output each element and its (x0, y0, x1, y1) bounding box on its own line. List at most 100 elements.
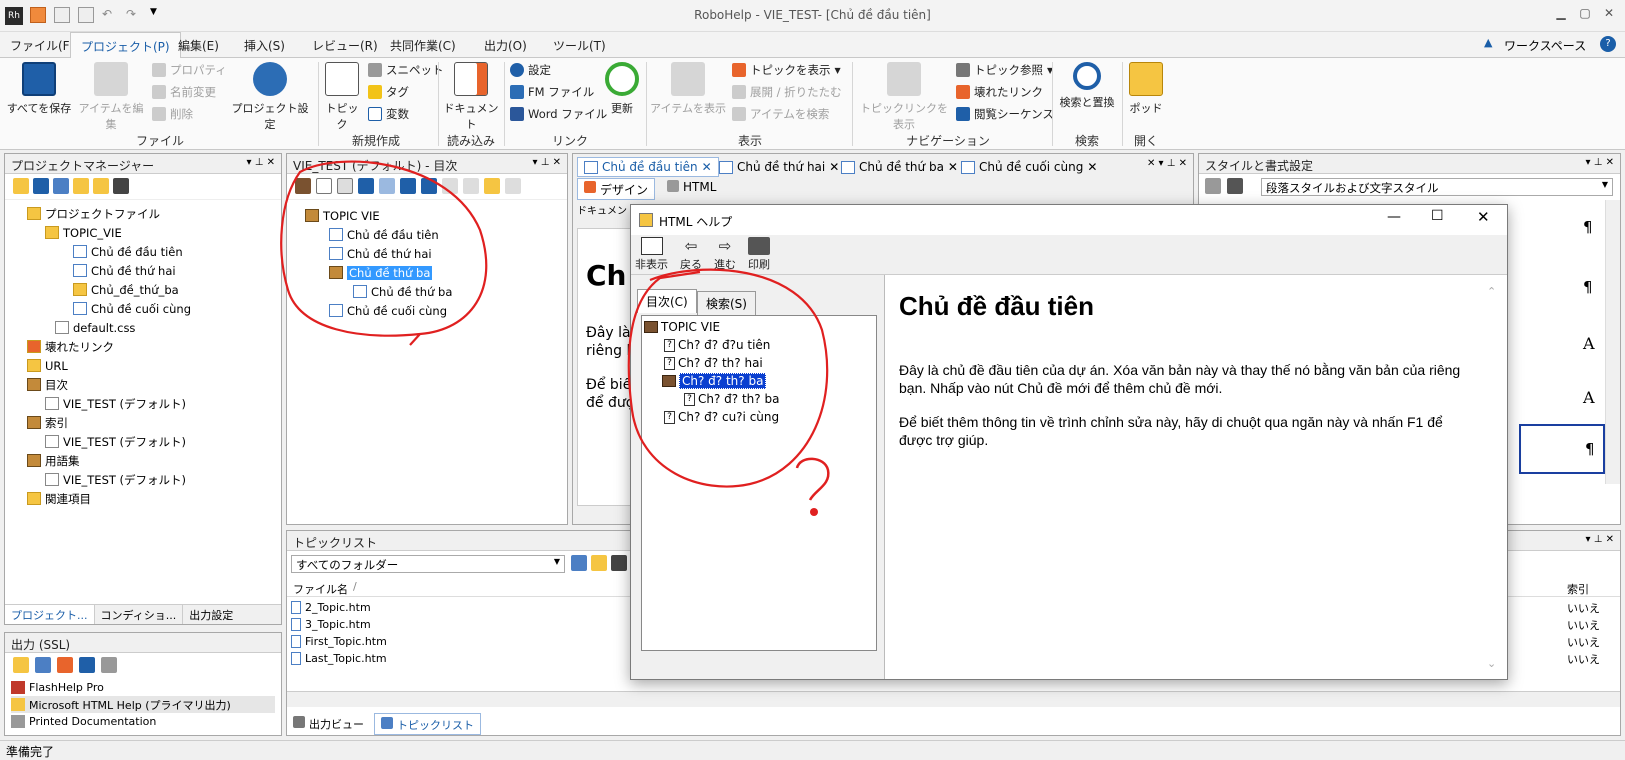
vertical-scrollbar[interactable] (1605, 200, 1620, 484)
help-icon[interactable]: ? (1600, 36, 1616, 52)
tree-item[interactable]: 用語集 (11, 451, 275, 470)
editor-tab[interactable]: Chủ đề cuối cùng ✕ (955, 157, 1103, 177)
edit-item-button[interactable]: アイテムを編集 (74, 62, 148, 132)
snippet-button[interactable]: スニペット (368, 62, 444, 78)
back-button[interactable]: ⇦ 戻る (680, 237, 702, 272)
add-folder-icon[interactable] (13, 178, 29, 194)
tree-item[interactable]: URL (11, 356, 275, 375)
style-filter-dropdown[interactable]: 段落スタイルおよび文字スタイル ▼ (1261, 178, 1613, 196)
binoculars-icon[interactable] (611, 555, 627, 571)
show-topic-button[interactable]: トピックを表示 ▼ (732, 62, 841, 78)
arrow-up-icon[interactable] (400, 178, 416, 194)
tab-topic-list[interactable]: トピックリスト (374, 713, 481, 735)
tab-file[interactable]: ファイル(F) (10, 37, 74, 54)
tree-item[interactable]: 壊れたリンク (11, 337, 275, 356)
fm-file-button[interactable]: FM ファイル (510, 84, 594, 100)
list-item[interactable]: Printed Documentation (11, 713, 275, 730)
view-icon[interactable] (571, 555, 587, 571)
panel-controls[interactable]: ▾ ⊥ ✕ (533, 157, 561, 168)
minimize-button[interactable]: ▁ (1550, 6, 1572, 24)
tree-item[interactable]: TOPIC VIE (293, 206, 561, 225)
show-topic-links-button[interactable]: トピックリンクを表示 (856, 62, 952, 132)
tree-item[interactable]: Chủ đề cuối cùng (11, 299, 275, 318)
topic-reference-button[interactable]: トピック参照 ▼ (956, 62, 1053, 78)
folder-icon[interactable] (73, 178, 89, 194)
browse-sequence-button[interactable]: 閲覧シーケンス (956, 106, 1054, 122)
sort-icon[interactable] (53, 178, 69, 194)
save-all-button[interactable]: すべてを保存 (6, 62, 72, 116)
tab-output-settings[interactable]: 出力設定 (183, 605, 239, 624)
close-button[interactable]: ✕ (1477, 208, 1490, 226)
tree-item[interactable]: Chủ đề đầu tiên (11, 242, 275, 261)
open-folder-icon[interactable] (93, 178, 109, 194)
tab-output[interactable]: 出力(O) (484, 37, 527, 54)
tree-item[interactable]: Ch? đ? th? ba (644, 372, 874, 390)
tab-search[interactable]: 検索(S) (697, 291, 756, 316)
edit-style-icon[interactable] (1227, 178, 1243, 194)
open-book-icon[interactable] (591, 555, 607, 571)
auto-create-icon[interactable] (337, 178, 353, 194)
tab-output-view[interactable]: 出力ビュー (287, 713, 370, 735)
workspace-menu[interactable]: ワークスペース (1504, 37, 1586, 54)
tree-item[interactable]: default.css (11, 318, 275, 337)
selected-style-row[interactable]: ¶ (1519, 424, 1605, 474)
binoculars-icon[interactable] (113, 178, 129, 194)
arrow-down-icon[interactable] (421, 178, 437, 194)
tree-item[interactable]: TOPIC VIE (644, 318, 874, 336)
rename-button[interactable]: 名前変更 (152, 84, 216, 100)
new-book-icon[interactable] (295, 178, 311, 194)
editor-controls[interactable]: ✕ ▾ ⊥ ✕ (1147, 158, 1187, 169)
variable-button[interactable]: 変数 (368, 106, 409, 122)
tree-item[interactable]: VIE_TEST (デフォルト) (11, 432, 275, 451)
broken-links-button[interactable]: 壊れたリンク (956, 84, 1043, 100)
panel-controls[interactable]: ▾ ⊥ ✕ (1586, 534, 1614, 545)
tree-item[interactable]: Chủ đề đầu tiên (293, 225, 561, 244)
tree-item[interactable]: Chủ đề thứ ba (293, 282, 561, 301)
tree-item[interactable]: 索引 (11, 413, 275, 432)
toc-option2-icon[interactable] (463, 178, 479, 194)
style-glyph[interactable]: A (1583, 388, 1595, 407)
tab-tools[interactable]: ツール(T) (553, 37, 606, 54)
properties-icon[interactable] (101, 657, 117, 673)
batch-icon[interactable] (79, 657, 95, 673)
help-scroll-up[interactable]: ⌃ (1487, 285, 1496, 298)
find-replace-button[interactable]: 検索と置換 (1056, 62, 1118, 110)
toc-option3-icon[interactable] (484, 178, 500, 194)
tab-conditions[interactable]: コンディショ... (95, 605, 184, 624)
style-glyph[interactable]: ¶ (1583, 218, 1593, 236)
tab-project[interactable]: プロジェクト(P) (70, 32, 181, 59)
style-glyph[interactable]: ¶ (1583, 278, 1593, 296)
find-item-button[interactable]: アイテムを検索 (732, 106, 829, 122)
update-button[interactable]: 更新 (604, 62, 640, 116)
column-header-filename[interactable]: ファイル名 (293, 581, 348, 597)
pod-button[interactable]: ポッド (1126, 62, 1166, 116)
tree-item[interactable]: ? Ch? đ? th? hai (644, 354, 874, 372)
tab-edit[interactable]: 編集(E) (178, 37, 219, 54)
tag-button[interactable]: タグ (368, 84, 409, 100)
close-tab-icon[interactable]: ✕ (702, 160, 712, 174)
expand-collapse-button[interactable]: 展開 / 折りたたむ (732, 84, 842, 100)
list-item[interactable]: FlashHelp Pro (11, 679, 275, 696)
properties-button[interactable]: プロパティ (152, 62, 227, 78)
tree-item[interactable]: ? Ch? đ? th? ba (644, 390, 874, 408)
toc-option4-icon[interactable] (505, 178, 521, 194)
tab-review[interactable]: レビュー(R) (312, 37, 378, 54)
list-item[interactable]: Microsoft HTML Help (プライマリ出力) (11, 696, 275, 713)
tab-contents[interactable]: 目次(C) (637, 289, 697, 313)
print-button[interactable]: 印刷 (748, 237, 770, 272)
tree-item[interactable]: プロジェクトファイル (11, 204, 275, 223)
filter-icon[interactable] (33, 178, 49, 194)
restore-button[interactable]: ▢ (1574, 6, 1596, 24)
hide-button[interactable]: 非表示 (635, 237, 668, 272)
help-scroll-down[interactable]: ⌄ (1487, 657, 1496, 670)
publish-icon[interactable] (57, 657, 73, 673)
new-page-icon[interactable] (316, 178, 332, 194)
show-item-button[interactable]: アイテムを表示 (650, 62, 726, 116)
arrow-right-icon[interactable] (379, 178, 395, 194)
editor-tab[interactable]: Chủ đề thứ hai ✕ (713, 157, 845, 177)
style-glyph[interactable]: A (1583, 334, 1595, 353)
view-output-icon[interactable] (35, 657, 51, 673)
tab-design[interactable]: デザイン (577, 178, 656, 200)
panel-controls[interactable]: ▾ ⊥ ✕ (1586, 157, 1614, 168)
project-settings-button[interactable]: プロジェクト設定 (228, 62, 312, 132)
